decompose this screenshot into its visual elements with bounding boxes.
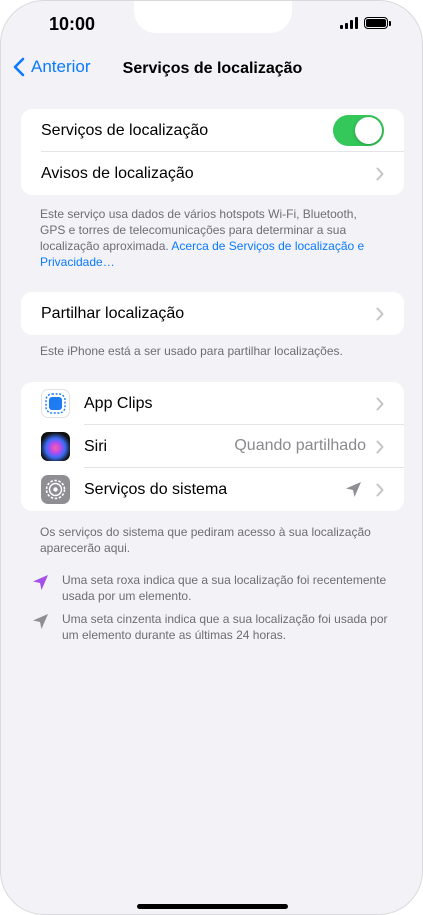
system-services-label: Serviços do sistema: [84, 480, 228, 498]
chevron-right-icon: [376, 167, 384, 181]
apps-group: App Clips Siri Quando partilhado Serviço…: [21, 382, 404, 511]
toggle-knob: [355, 117, 382, 144]
share-location-row[interactable]: Partilhar localização: [21, 292, 404, 335]
page-title: Serviços de localização: [122, 60, 303, 77]
status-time: 10:00: [49, 14, 96, 34]
location-alerts-label: Avisos de localização: [41, 164, 194, 182]
siri-row[interactable]: Siri Quando partilhado: [21, 425, 404, 468]
siri-value: Quando partilhado: [234, 437, 366, 454]
phone-screen: 10:00 Anterior Serviços de localização S…: [0, 0, 423, 915]
legend-item-gray: Uma seta cinzenta indica que a sua local…: [32, 611, 392, 647]
gray-location-arrow-icon: [346, 482, 361, 497]
location-alerts-row[interactable]: Avisos de localização: [21, 152, 404, 195]
chevron-right-icon: [376, 440, 384, 454]
camera-notch: [134, 1, 292, 33]
legend-text-purple: Uma seta roxa indica que a sua localizaç…: [62, 573, 387, 603]
location-settings-group: Serviços de localização Avisos de locali…: [21, 109, 404, 195]
app-clips-row[interactable]: App Clips: [21, 382, 404, 425]
location-services-label: Serviços de localização: [41, 121, 209, 139]
home-indicator[interactable]: [137, 904, 288, 909]
location-services-row[interactable]: Serviços de localização: [21, 109, 404, 152]
gray-location-arrow-icon: [33, 614, 48, 629]
share-location-group: Partilhar localização: [21, 292, 404, 335]
signal-icon: [340, 17, 358, 29]
battery-icon: [364, 17, 391, 29]
settings-gear-icon: [41, 475, 70, 504]
status-icons: [340, 17, 391, 29]
legend-text-gray: Uma seta cinzenta indica que a sua local…: [62, 612, 388, 642]
chevron-right-icon: [376, 483, 384, 497]
system-services-description: Os serviços do sistema que pediram acess…: [40, 525, 371, 555]
share-location-label: Partilhar localização: [41, 304, 185, 322]
navigation-bar: Anterior Serviços de localização: [1, 57, 422, 83]
legend-item-purple: Uma seta roxa indica que a sua localizaç…: [32, 572, 392, 608]
siri-label: Siri: [84, 437, 108, 455]
purple-location-arrow-icon: [33, 575, 48, 590]
chevron-right-icon: [376, 397, 384, 411]
location-services-description: Este serviço usa dados de vários hotspot…: [40, 206, 380, 270]
location-services-toggle[interactable]: [333, 115, 384, 146]
chevron-right-icon: [376, 307, 384, 321]
share-location-description: Este iPhone está a ser usado para partil…: [40, 344, 343, 358]
app-clips-icon: [41, 389, 70, 418]
siri-icon: [41, 432, 70, 461]
system-services-row[interactable]: Serviços do sistema: [21, 468, 404, 511]
app-clips-label: App Clips: [84, 394, 153, 412]
